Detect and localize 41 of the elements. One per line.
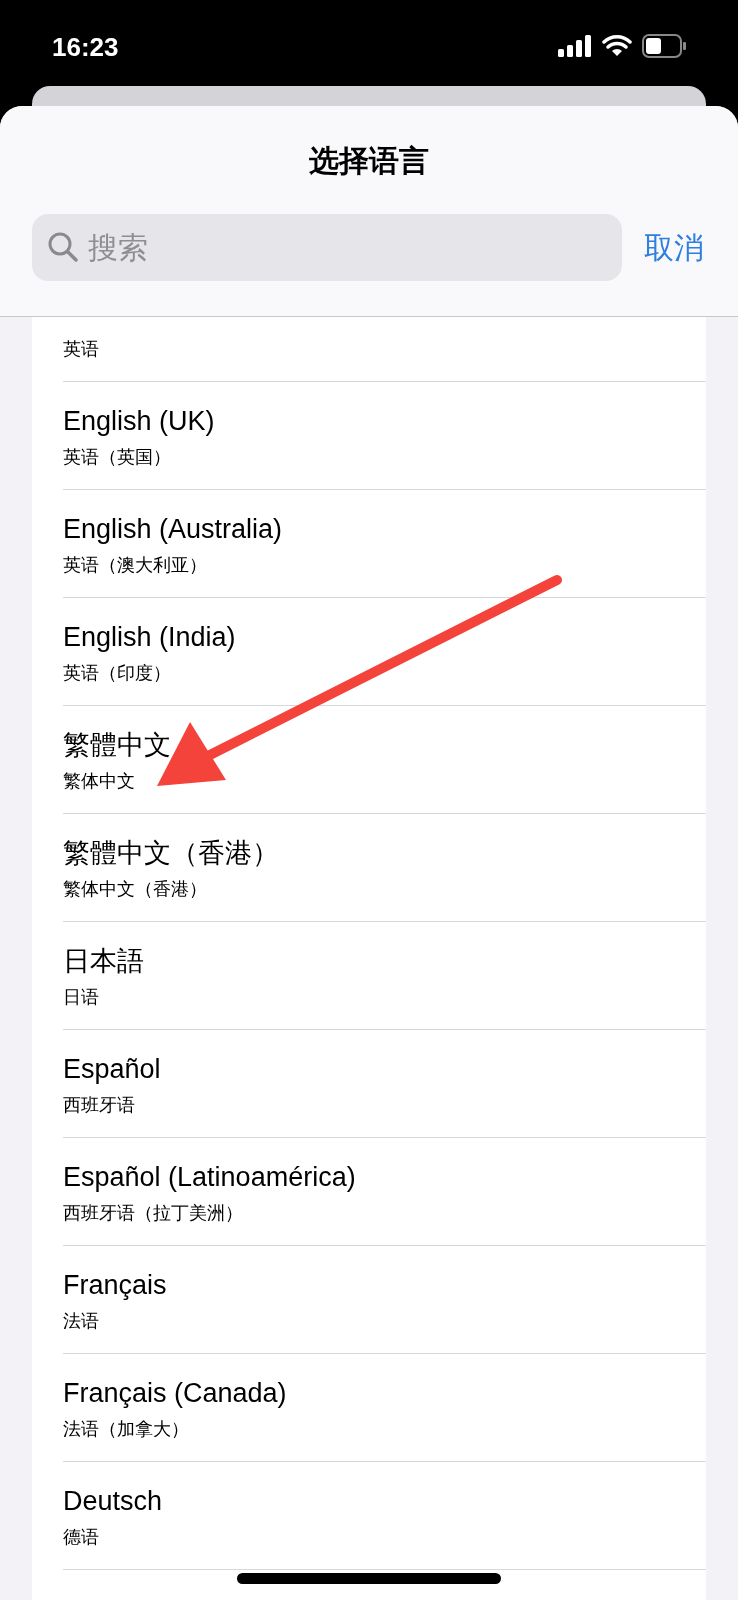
language-row[interactable]: 英语 [32,317,706,382]
language-name: English (India) [63,621,236,654]
language-row[interactable]: English (UK) 英语（英国） [32,382,706,490]
language-subtitle: 法语（加拿大） [63,1418,189,1441]
sheet-title: 选择语言 [309,142,429,179]
wifi-icon [602,35,632,57]
language-name: Français [63,1269,167,1302]
language-name: 日本語 [63,945,144,978]
language-subtitle: 西班牙语 [63,1094,135,1117]
language-subtitle: 英语（英国） [63,446,171,469]
language-row[interactable]: 繁體中文（香港） 繁体中文（香港） [32,814,706,922]
language-subtitle: 德语 [63,1526,99,1549]
language-row[interactable]: 日本語 日语 [32,922,706,1030]
language-row[interactable]: Deutsch 德语 [32,1462,706,1570]
language-name: Français (Canada) [63,1377,287,1410]
language-row[interactable]: Français 法语 [32,1246,706,1354]
language-subtitle: 英语（澳大利亚） [63,554,207,577]
language-row[interactable]: Français (Canada) 法语（加拿大） [32,1354,706,1462]
status-time: 16:23 [52,31,119,64]
signal-icon [558,35,592,57]
language-row[interactable]: Español (Latinoamérica) 西班牙语（拉丁美洲） [32,1138,706,1246]
language-subtitle: 繁体中文（香港） [63,878,207,901]
language-subtitle: 英语（印度） [63,662,171,685]
language-subtitle: 法语 [63,1310,99,1333]
language-row[interactable]: English (Australia) 英语（澳大利亚） [32,490,706,598]
language-name: Deutsch [63,1485,163,1518]
language-row[interactable]: English (India) 英语（印度） [32,598,706,706]
language-name: Español (Latinoamérica) [63,1161,356,1194]
search-field[interactable]: 搜索 [32,214,622,281]
language-name: English (UK) [63,405,215,438]
language-subtitle: 日语 [63,986,99,1009]
language-name: English (Australia) [63,513,283,546]
language-name: 繁體中文 [63,729,171,762]
language-name: 繁體中文（香港） [63,837,279,870]
battery-icon [642,34,686,58]
language-name: Español [63,1053,161,1086]
language-row[interactable]: Español 西班牙语 [32,1030,706,1138]
language-subtitle: 英语 [63,338,99,361]
language-subtitle: 繁体中文 [63,770,135,793]
language-subtitle: 西班牙语（拉丁美洲） [63,1202,243,1225]
cancel-button[interactable]: 取消 [644,225,706,270]
